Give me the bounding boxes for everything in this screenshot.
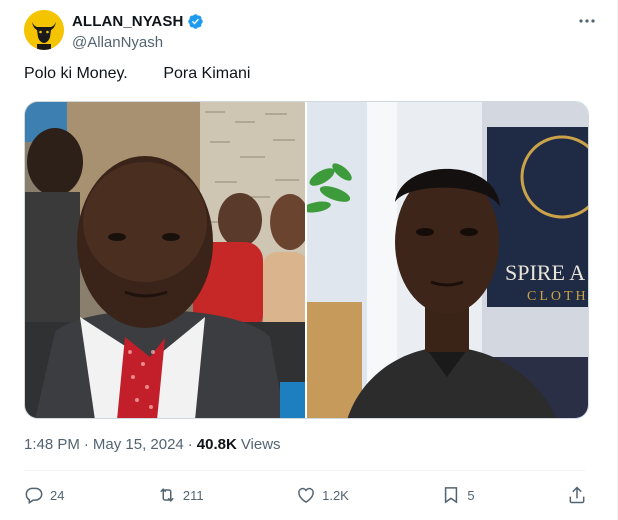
share-icon (569, 486, 585, 504)
bookmark-count: 5 (467, 487, 475, 503)
retweet-button[interactable]: 211 (157, 485, 204, 505)
tweet-text: Polo ki Money. Pora Kimani (24, 65, 251, 82)
reply-button[interactable]: 24 (24, 485, 64, 505)
tweet-media[interactable]: SPIRE A CLOTH (24, 101, 589, 419)
meta-separator: · (83, 436, 89, 453)
tweet-card: ALLAN_NYASH @AllanNyash Polo ki Money. P… (0, 0, 618, 520)
avatar[interactable] (24, 10, 64, 50)
tweet-photo-2[interactable]: SPIRE A CLOTH (307, 102, 588, 418)
tweet-header: ALLAN_NYASH @AllanNyash (24, 9, 601, 53)
store-sign-subtext: CLOTH (527, 289, 588, 304)
bookmark-button[interactable]: 5 (441, 485, 475, 505)
store-sign-text: SPIRE A (505, 260, 585, 285)
author-handle[interactable]: @AllanNyash (72, 34, 204, 51)
views-count: 40.8K (196, 436, 237, 453)
retweet-count: 211 (182, 487, 204, 503)
tweet-actions: 24 211 1.2K 5 (24, 482, 587, 508)
more-options-button[interactable] (573, 11, 601, 31)
author-display-name[interactable]: ALLAN_NYASH (72, 13, 183, 30)
more-dots-icon (579, 19, 595, 23)
tweet-meta: 1:48 PM · May 15, 2024 · 40.8K Views (24, 436, 281, 453)
verified-badge-icon (187, 13, 204, 30)
bull-logo-icon (24, 10, 64, 50)
meta-separator: · (187, 436, 193, 453)
tweet-time[interactable]: 1:48 PM (24, 436, 80, 453)
author-names: ALLAN_NYASH @AllanNyash (72, 12, 204, 51)
like-count: 1.2K (322, 487, 349, 503)
share-button[interactable] (567, 485, 587, 505)
reply-icon (25, 487, 43, 505)
reply-count: 24 (50, 487, 65, 503)
bookmark-icon (445, 487, 458, 504)
divider (24, 470, 585, 471)
like-button[interactable]: 1.2K (296, 485, 349, 505)
tweet-date[interactable]: May 15, 2024 (93, 436, 184, 453)
retweet-icon (160, 488, 174, 502)
heart-icon (298, 487, 314, 503)
views-label: Views (240, 436, 281, 453)
tweet-photo-1[interactable] (25, 102, 305, 418)
